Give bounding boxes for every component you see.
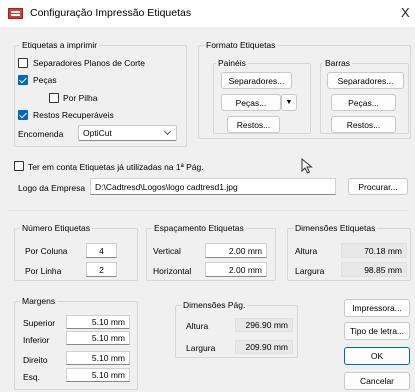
inferior-input[interactable]: 5.10 mm — [66, 331, 130, 345]
horizontal-label: Horizontal — [153, 266, 192, 276]
paineis-separadores-button[interactable]: Separadores... — [221, 72, 292, 89]
barras-pecas-button[interactable]: Peças... — [331, 94, 396, 111]
ok-button[interactable]: OK — [344, 347, 410, 365]
restos-label: Restos Recuperáveis — [33, 110, 114, 120]
formato-legend: Formato Etiquetas — [206, 40, 276, 50]
etiquetas-legend: Etiquetas a imprimir — [22, 40, 98, 50]
restos-checkbox[interactable] — [18, 110, 28, 120]
chevron-down-icon: ▼ — [285, 99, 293, 106]
paineis-pecas-button[interactable]: Peças... — [221, 94, 281, 111]
chevron-down-icon — [163, 127, 172, 136]
ter-em-conta-label: Ter em conta Etiquetas já utilizadas na … — [28, 162, 204, 172]
etiqueta-altura-value: 70.18 mm — [341, 243, 407, 258]
por-pilha-checkbox[interactable] — [49, 93, 59, 103]
paineis-restos-button[interactable]: Restos... — [227, 116, 280, 133]
esq-label: Esq. — [23, 372, 41, 382]
mouse-cursor-icon — [301, 158, 313, 174]
pagina-altura-label: Altura — [186, 321, 209, 331]
dimensoes-pag-legend: Dimensões Pág. — [183, 300, 246, 310]
direito-label: Direito — [23, 355, 48, 365]
ter-em-conta-checkbox[interactable] — [14, 161, 24, 171]
espacamento-legend: Espaçamento Etiquetas — [154, 223, 244, 233]
window-title: Configuração Impressão Etiquetas — [30, 7, 192, 19]
etiqueta-largura-value: 98.85 mm — [341, 262, 407, 277]
por-coluna-input[interactable]: 4 — [86, 243, 117, 258]
por-pilha-label: Por Pilha — [63, 93, 98, 103]
direito-input[interactable]: 5.10 mm — [66, 351, 130, 365]
por-linha-label: Por Linha — [25, 266, 62, 276]
paineis-pecas-dropdown[interactable]: ▼ — [281, 94, 297, 111]
paineis-legend: Painéis — [218, 58, 246, 68]
superior-label: Superior — [23, 318, 56, 328]
pagina-largura-value: 209.90 mm — [235, 340, 293, 354]
separadores-label: Separadores Planos de Corte — [33, 58, 145, 68]
por-linha-input[interactable]: 2 — [86, 262, 117, 277]
tipo-letra-button[interactable]: Tipo de letra... — [344, 322, 410, 340]
por-coluna-label: Por Coluna — [25, 246, 68, 256]
inferior-label: Inferior — [23, 335, 50, 345]
vertical-input[interactable]: 2.00 mm — [205, 243, 267, 258]
encomenda-select[interactable]: OptiCut — [78, 125, 177, 141]
pecas-checkbox[interactable] — [18, 75, 28, 85]
close-icon[interactable]: X — [401, 5, 410, 20]
procurar-button[interactable]: Procurar... — [348, 178, 408, 195]
pecas-label: Peças — [33, 75, 57, 85]
pagina-altura-value: 296.90 mm — [235, 318, 293, 332]
etiqueta-altura-label: Altura — [295, 246, 318, 256]
logo-path-input[interactable]: D:\Cadtresd\Logos\logo cadtresd1.jpg — [90, 178, 336, 195]
etiqueta-largura-label: Largura — [295, 266, 325, 276]
numero-legend: Número Etiquetas — [22, 223, 91, 233]
barras-restos-button[interactable]: Restos... — [331, 116, 396, 133]
vertical-label: Vertical — [153, 246, 181, 256]
barras-separadores-button[interactable]: Separadores... — [327, 72, 404, 89]
logo-label: Logo da Empresa — [18, 183, 86, 193]
pagina-largura-label: Largura — [186, 343, 216, 353]
esq-input[interactable]: 5.10 mm — [66, 368, 130, 382]
superior-input[interactable]: 5.10 mm — [66, 315, 130, 329]
app-icon — [8, 8, 23, 19]
cancelar-button[interactable]: Cancelar — [344, 372, 410, 390]
horizontal-input[interactable]: 2.00 mm — [205, 262, 267, 277]
separator — [8, 210, 408, 211]
encomenda-value: OptiCut — [83, 128, 112, 138]
impressora-button[interactable]: Impressora... — [344, 299, 410, 317]
barras-legend: Barras — [325, 58, 351, 68]
margens-legend: Margens — [22, 296, 56, 306]
title-bar[interactable]: Configuração Impressão Etiquetas X — [0, 0, 415, 27]
separadores-checkbox[interactable] — [18, 58, 28, 68]
encomenda-label: Encomenda — [18, 129, 64, 139]
dimensoes-etiquetas-legend: Dimensões Etiquetas — [295, 223, 376, 233]
